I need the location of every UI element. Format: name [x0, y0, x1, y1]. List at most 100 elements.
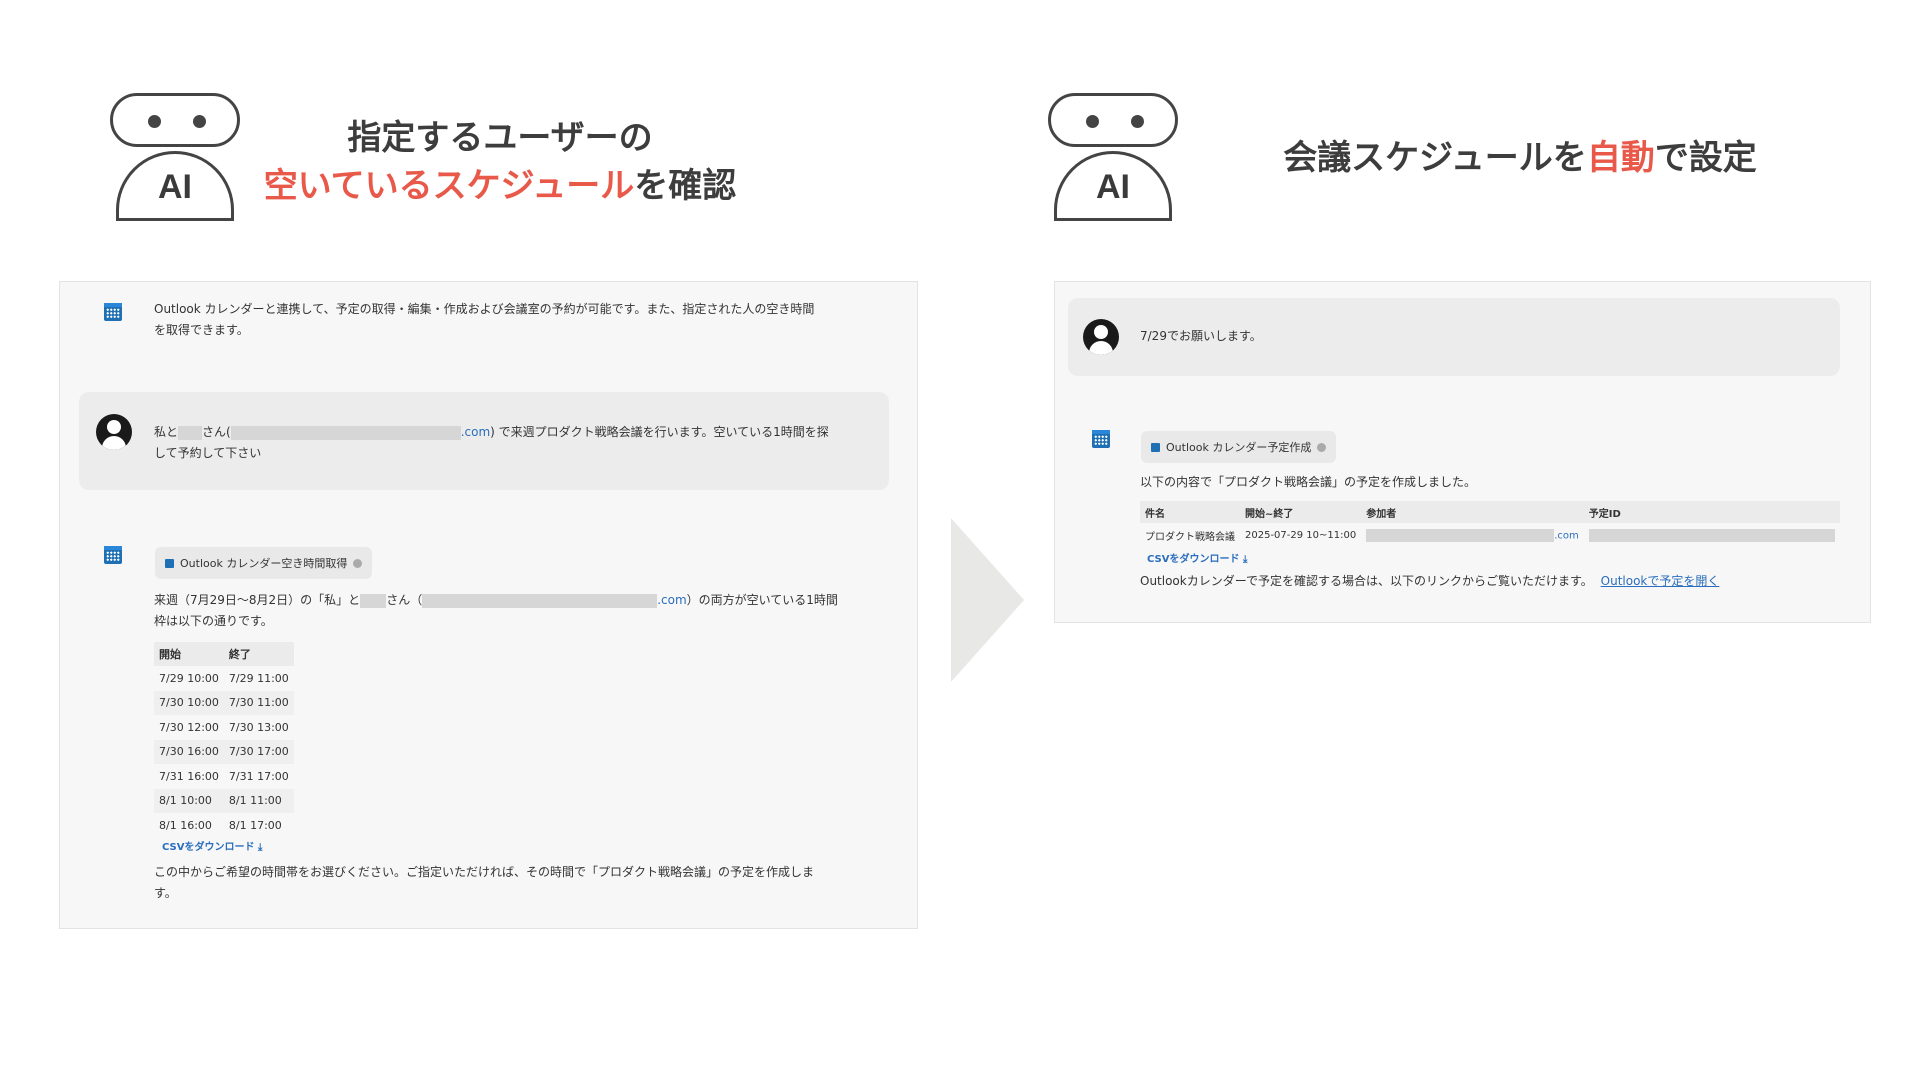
- table-row: 8/1 16:00 8/1 17:00: [154, 813, 294, 838]
- ai-robot-icon-left: AI: [110, 93, 250, 233]
- cell-end: 7/30 11:00: [223, 690, 294, 715]
- right-heading-b: で設定: [1654, 138, 1757, 178]
- outlook-calendar-icon: [104, 303, 122, 321]
- user-avatar-icon: [1083, 319, 1119, 355]
- user-message-bubble: 私と さん(.com) で来週プロダクト戦略会議を行います。空いている1時間を探 …: [79, 392, 889, 490]
- csv-download-link[interactable]: CSVをダウンロード ⤓: [1147, 550, 1247, 565]
- masked-email: [230, 425, 461, 440]
- email-domain-link[interactable]: .com: [1554, 530, 1579, 541]
- right-heading: 会議スケジュールを自動で設定: [1260, 134, 1780, 182]
- left-heading-tail: を確認: [634, 166, 737, 206]
- open-in-outlook-link[interactable]: Outlookで予定を開く: [1601, 574, 1720, 588]
- table-row: 7/30 16:00 7/30 17:00: [154, 739, 294, 764]
- email-domain-link[interactable]: .com: [657, 593, 686, 607]
- cell-start: 8/1 10:00: [154, 788, 224, 813]
- user-message-line1: 私と さん(.com) で来週プロダクト戦略会議を行います。空いている1時間を探: [154, 422, 869, 443]
- cell-time: 2025-07-29 10~11:00: [1245, 529, 1357, 541]
- cell-start: 7/29 10:00: [159, 671, 219, 685]
- footer-message: Outlookカレンダーで予定を確認する場合は、以下のリンクからご覧いただけます…: [1140, 571, 1719, 592]
- robot-head: [1048, 93, 1178, 147]
- user-msg-part: ) で来週プロダクト戦略会議を行います。空いている1時間を探: [490, 425, 829, 439]
- calendar-icon: [165, 558, 174, 568]
- column-header-attendees: 参加者: [1361, 501, 1584, 523]
- masked-email: [1366, 528, 1555, 542]
- closing-line2: す。: [154, 886, 177, 900]
- table-row: 7/30 12:00 7/30 13:00: [154, 715, 294, 740]
- created-message: 以下の内容で「プロダクト戦略会議」の予定を作成しました。: [1140, 475, 1477, 489]
- left-heading-highlight: 空いているスケジュール: [263, 166, 635, 206]
- table-row: 8/1 10:00 8/1 11:00: [154, 788, 294, 813]
- tool-chip-create-event[interactable]: Outlook カレンダー予定作成: [1141, 431, 1337, 463]
- assistant-intro: Outlook カレンダーと連携して、予定の取得・編集・作成および会議室の予約が…: [154, 299, 884, 341]
- user-message-bubble: 7/29でお願いします。: [1068, 298, 1840, 376]
- tool-chip-availability[interactable]: Outlook カレンダー空き時間取得: [155, 547, 373, 579]
- cell-subject: プロダクト戦略会議: [1145, 531, 1235, 543]
- user-message: 7/29でお願いします。: [1140, 329, 1262, 343]
- right-heading-highlight: 自動: [1586, 138, 1655, 178]
- cell-start: 8/1 16:00: [159, 818, 212, 832]
- cell-end: 7/30 13:00: [228, 720, 289, 734]
- robot-head: [110, 93, 240, 147]
- left-chat-panel: Outlook カレンダーと連携して、予定の取得・編集・作成および会議室の予約が…: [59, 281, 918, 929]
- summary-part: 来週（7月29日〜8月2日）の「私」と: [154, 593, 361, 607]
- summary-part: ）の両方が空いている1時間: [686, 593, 838, 607]
- column-header-time: 開始~終了: [1240, 501, 1362, 523]
- masked-name: [360, 593, 387, 608]
- user-avatar-icon: [96, 414, 132, 450]
- robot-eye: [193, 115, 206, 128]
- intro-line1: Outlook カレンダーと連携して、予定の取得・編集・作成および会議室の予約が…: [154, 302, 815, 316]
- summary-part: さん（: [386, 593, 423, 607]
- table-row: プロダクト戦略会議 2025-07-29 10~11:00 .com: [1140, 523, 1840, 547]
- flow-arrow-icon: [951, 518, 1024, 682]
- cell-end: 8/1 17:00: [228, 818, 282, 832]
- cell-event-id: [1584, 523, 1840, 547]
- cell-start: 7/31 16:00: [159, 769, 219, 783]
- right-chat-panel: 7/29でお願いします。 Outlook カレンダー予定作成 以下の内容で「プロ…: [1054, 281, 1871, 623]
- masked-email: [422, 593, 658, 608]
- table-row: 7/30 10:00 7/30 11:00: [154, 690, 294, 715]
- availability-summary: 来週（7月29日〜8月2日）の「私」と さん（ .com）の両方が空いている1時間 …: [154, 590, 884, 632]
- robot-eye: [148, 115, 161, 128]
- csv-download-link[interactable]: CSVをダウンロード ⤓: [162, 838, 262, 853]
- closing-line1: この中からご希望の時間帯をお選びください。ご指定いただければ、その時間で「プロダ…: [154, 865, 815, 879]
- masked-name: [178, 425, 203, 440]
- cell-end: 7/31 17:00: [228, 769, 289, 783]
- column-header-subject: 件名: [1140, 501, 1240, 523]
- robot-body: AI: [116, 151, 234, 221]
- cell-start: 7/30 12:00: [159, 720, 219, 734]
- outlook-calendar-icon: [104, 546, 122, 564]
- free-slots-table: 開始 終了 7/29 10:00 7/29 11:00 7/30 10:00 7/3…: [154, 642, 294, 838]
- cell-end: 7/29 11:00: [228, 671, 289, 685]
- footer-text: Outlookカレンダーで予定を確認する場合は、以下のリンクからご覧いただけます…: [1140, 574, 1593, 588]
- tool-chip-label: Outlook カレンダー予定作成: [1166, 441, 1312, 454]
- check-icon: [353, 558, 363, 568]
- masked-event-id: [1588, 528, 1835, 542]
- robot-body: AI: [1054, 151, 1172, 221]
- cell-start: 7/30 10:00: [154, 690, 224, 715]
- outlook-calendar-icon: [1092, 430, 1110, 448]
- created-event-table: 件名 開始~終了 参加者 予定ID プロダクト戦略会議 2025-07-29 1…: [1140, 501, 1840, 547]
- column-header-start: 開始: [154, 642, 224, 666]
- column-header-event-id: 予定ID: [1583, 501, 1840, 523]
- email-domain-link[interactable]: .com: [461, 425, 490, 439]
- check-icon: [1317, 442, 1327, 452]
- user-message-line2: して予約して下さい: [154, 446, 262, 460]
- user-message: 私と さん(.com) で来週プロダクト戦略会議を行います。空いている1時間を探 …: [154, 422, 869, 464]
- left-heading-line2: 空いているスケジュールを確認: [240, 162, 760, 210]
- robot-label: AI: [158, 168, 192, 206]
- cell-start: 7/30 16:00: [154, 739, 224, 764]
- summary-line2: 枠は以下の通りです。: [154, 614, 273, 628]
- summary-line1: 来週（7月29日〜8月2日）の「私」と さん（ .com）の両方が空いている1時間: [154, 590, 884, 611]
- cell-end: 8/1 11:00: [223, 788, 294, 813]
- table-row: 7/29 10:00 7/29 11:00: [154, 666, 294, 691]
- left-heading: 指定するユーザーの 空いているスケジュールを確認: [240, 114, 760, 210]
- user-msg-part: さん(: [202, 425, 231, 439]
- right-heading-a: 会議スケジュールを: [1283, 138, 1587, 178]
- table-header-row: 件名 開始~終了 参加者 予定ID: [1140, 501, 1840, 523]
- ai-robot-icon-right: AI: [1048, 93, 1188, 233]
- robot-label: AI: [1096, 168, 1130, 206]
- cell-end: 7/30 17:00: [223, 739, 294, 764]
- tool-chip-label: Outlook カレンダー空き時間取得: [180, 557, 348, 570]
- table-row: 7/31 16:00 7/31 17:00: [154, 764, 294, 789]
- closing-message: この中からご希望の時間帯をお選びください。ご指定いただければ、その時間で「プロダ…: [154, 862, 894, 904]
